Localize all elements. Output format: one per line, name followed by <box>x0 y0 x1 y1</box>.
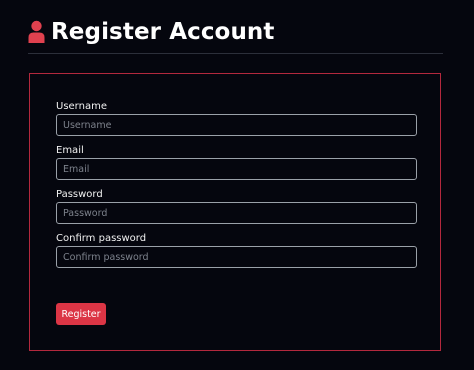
email-input[interactable] <box>56 158 417 180</box>
email-field-group: Email <box>56 145 417 180</box>
user-icon <box>28 20 45 43</box>
username-field-group: Username <box>56 101 417 136</box>
confirm-password-input[interactable] <box>56 246 417 268</box>
username-label: Username <box>56 101 107 112</box>
confirm-password-label: Confirm password <box>56 233 147 244</box>
password-field-group: Password <box>56 189 417 224</box>
username-input[interactable] <box>56 114 417 136</box>
page-header: Register Account <box>28 16 275 48</box>
register-button[interactable]: Register <box>56 303 106 325</box>
confirm-password-field-group: Confirm password <box>56 233 417 268</box>
header-divider <box>28 53 443 54</box>
password-label: Password <box>56 189 103 200</box>
page-title: Register Account <box>51 19 275 45</box>
register-form-panel: Username Email Password Confirm password… <box>29 73 441 351</box>
register-page: Register Account Username Email Password… <box>0 0 474 370</box>
email-label: Email <box>56 145 84 156</box>
password-input[interactable] <box>56 202 417 224</box>
